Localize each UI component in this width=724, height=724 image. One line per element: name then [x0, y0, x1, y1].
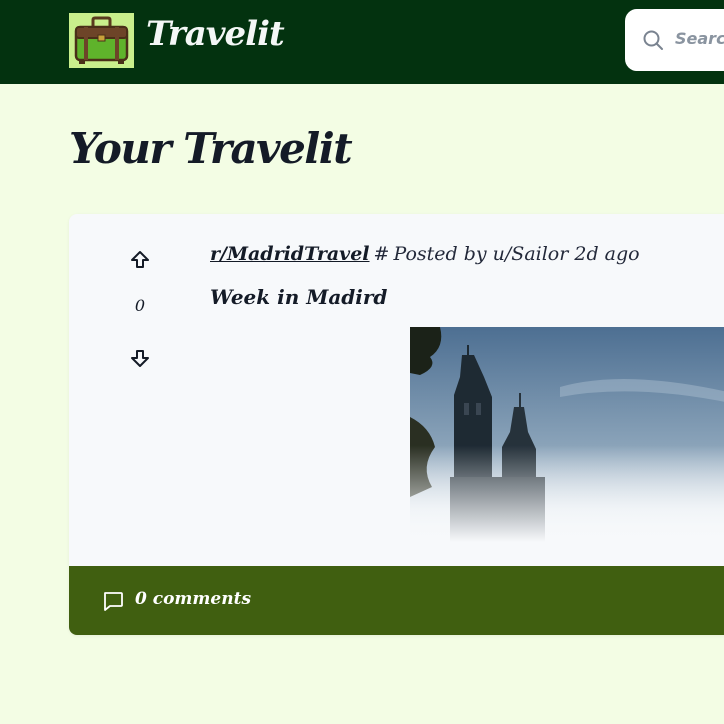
vote-count: 0 [134, 296, 146, 315]
post-footer: 0 comments [69, 566, 724, 635]
post-meta: r/MadridTravel # Posted by u/Sailor 2d ago [210, 243, 640, 265]
comment-bubble-icon[interactable] [102, 590, 124, 612]
comments-link[interactable]: 0 comments [135, 589, 251, 609]
search-input[interactable]: Search [675, 29, 724, 48]
posted-by-text: Posted by u/Sailor 2d ago [393, 243, 640, 265]
upvote-arrow-icon[interactable] [130, 250, 150, 270]
search-box[interactable]: Search [625, 9, 724, 71]
brand-name[interactable]: Travelit [146, 14, 285, 54]
search-icon [642, 29, 664, 51]
post-card: 0 r/MadridTravel # Posted by u/Sailor 2d a… [69, 214, 724, 635]
post-title[interactable]: Week in Madird [210, 285, 387, 309]
downvote-arrow-icon[interactable] [130, 348, 150, 368]
suitcase-logo-icon[interactable] [69, 13, 134, 68]
top-navigation-bar: Travelit Search [0, 0, 724, 84]
page-title: Your Travelit [69, 124, 353, 173]
subreddit-link[interactable]: r/MadridTravel [210, 243, 370, 265]
post-image[interactable] [410, 327, 724, 542]
hash-symbol: # [373, 243, 390, 265]
